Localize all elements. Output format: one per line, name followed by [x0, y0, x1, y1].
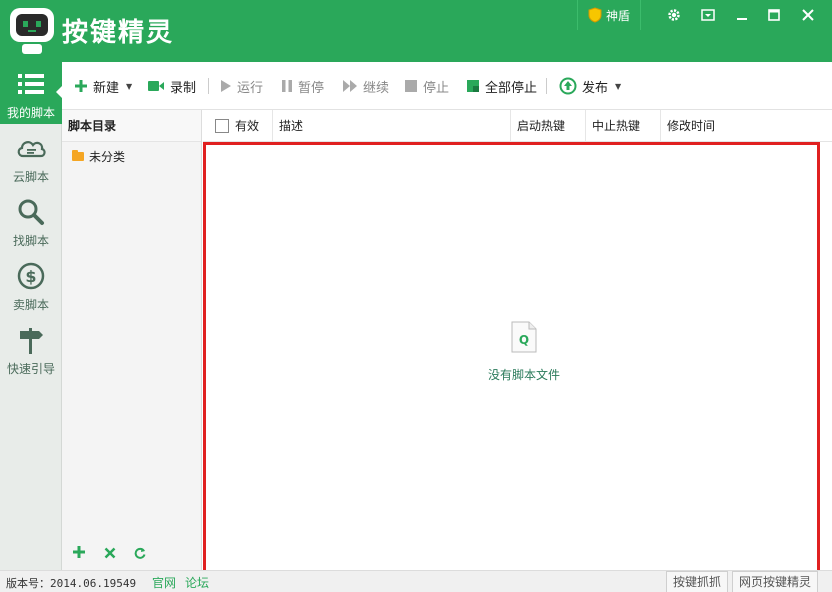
plus-icon: [73, 545, 85, 558]
new-button[interactable]: 新建 ▼: [74, 76, 132, 96]
delete-folder-button[interactable]: [104, 544, 116, 563]
shield-label: 神盾: [605, 8, 630, 23]
column-label: 中止热键: [592, 119, 641, 133]
directory-item-label: 未分类: [89, 150, 126, 164]
version-label: 版本号：: [6, 577, 50, 590]
dollar-icon: $: [17, 262, 45, 290]
plus-icon: [75, 80, 87, 92]
upload-icon: [559, 77, 577, 95]
column-stop-hotkey[interactable]: 中止热键: [586, 110, 661, 142]
play-icon: [221, 80, 231, 92]
cloud-icon: [17, 141, 46, 158]
directory-tools: [62, 536, 202, 570]
settings-button[interactable]: [658, 0, 690, 30]
pause-icon: [282, 80, 292, 92]
script-directory-panel: 脚本目录 未分类: [62, 110, 202, 570]
maximize-icon: [768, 9, 780, 21]
stop-label: 停止: [423, 80, 450, 96]
signpost-icon: [20, 328, 43, 354]
nav-item-quick-guide[interactable]: 快速引导: [0, 318, 62, 380]
shield-button[interactable]: 神盾: [577, 0, 641, 30]
robot-logo-icon: [10, 8, 54, 54]
delete-icon: [104, 547, 116, 558]
record-label: 录制: [170, 80, 197, 96]
stop-all-button[interactable]: 全部停止: [466, 76, 537, 96]
status-bar: 版本号：2014.06.19549 官网 论坛 按键抓抓 网页按键精灵: [0, 570, 832, 592]
capture-tool-button[interactable]: 按键抓抓: [666, 571, 729, 592]
app-title: 按键精灵: [62, 18, 175, 48]
folder-icon: [72, 150, 84, 161]
toolbar-separator: [208, 78, 209, 94]
run-button[interactable]: 运行: [220, 76, 263, 96]
toolbar: 新建 ▼ 录制 运行 暂停 继续 停止 全部停止 发布 ▼: [62, 62, 832, 110]
fast-forward-icon: [343, 80, 357, 92]
nav-label: 快速引导: [6, 362, 55, 376]
column-start-hotkey[interactable]: 启动热键: [511, 110, 586, 142]
column-enabled[interactable]: 有效: [203, 110, 273, 142]
publish-button[interactable]: 发布 ▼: [559, 76, 621, 96]
script-list-area[interactable]: Q 没有脚本文件: [203, 142, 820, 580]
column-label: 修改时间: [667, 119, 716, 133]
nav-label: 卖脚本: [12, 298, 49, 312]
column-description[interactable]: 描述: [273, 110, 511, 142]
new-label: 新建: [93, 80, 120, 96]
record-button[interactable]: 录制: [147, 76, 196, 96]
skin-icon: [701, 9, 715, 21]
script-file-icon: Q: [511, 321, 537, 353]
version-info: 版本号：2014.06.19549: [6, 575, 136, 591]
script-table-header: 有效 描述 启动热键 中止热键 修改时间: [203, 110, 832, 142]
run-label: 运行: [237, 80, 264, 96]
refresh-icon: [134, 547, 146, 559]
dropdown-arrow-icon: ▼: [615, 81, 622, 91]
search-icon: [18, 199, 44, 225]
svg-text:$: $: [25, 267, 36, 286]
column-label: 启动热键: [517, 119, 566, 133]
nav-item-find-scripts[interactable]: 找脚本: [0, 190, 62, 252]
close-icon: [802, 9, 814, 21]
nav-label: 我的脚本: [6, 106, 55, 120]
nav-item-cloud-scripts[interactable]: 云脚本: [0, 126, 62, 188]
list-icon: [18, 74, 44, 94]
gear-icon: [668, 9, 680, 21]
version-number: 2014.06.19549: [50, 577, 137, 590]
publish-label: 发布: [582, 80, 609, 96]
shield-icon: [588, 7, 602, 23]
skin-button[interactable]: [692, 0, 724, 30]
minimize-button[interactable]: [726, 0, 758, 30]
official-site-link[interactable]: 官网: [152, 574, 176, 591]
resume-button[interactable]: 继续: [342, 76, 389, 96]
column-label: 描述: [279, 119, 304, 133]
nav-label: 找脚本: [12, 234, 49, 248]
nav-item-my-scripts[interactable]: 我的脚本: [0, 62, 63, 124]
column-modified-time[interactable]: 修改时间: [661, 110, 832, 142]
stop-all-label: 全部停止: [485, 80, 538, 96]
forum-link[interactable]: 论坛: [185, 574, 209, 591]
stop-icon: [405, 80, 417, 92]
add-folder-button[interactable]: [72, 544, 86, 563]
minimize-icon: [737, 18, 747, 20]
column-label: 有效: [235, 119, 260, 133]
pause-label: 暂停: [298, 80, 325, 96]
camera-icon: [148, 81, 164, 91]
web-keyelf-button[interactable]: 网页按键精灵: [732, 571, 819, 592]
directory-item-uncategorized[interactable]: 未分类: [72, 148, 125, 165]
refresh-button[interactable]: [134, 544, 146, 563]
dropdown-arrow-icon: ▼: [126, 81, 133, 91]
empty-state: Q 没有脚本文件: [464, 321, 584, 383]
select-all-checkbox[interactable]: [215, 118, 229, 133]
nav-label: 云脚本: [12, 170, 49, 184]
stop-button[interactable]: 停止: [404, 76, 449, 96]
title-bar: 按键精灵 神盾: [0, 0, 832, 62]
toolbar-separator: [546, 78, 547, 94]
pause-button[interactable]: 暂停: [281, 76, 324, 96]
nav-item-sell-scripts[interactable]: $ 卖脚本: [0, 254, 62, 316]
close-button[interactable]: [792, 0, 824, 30]
directory-header: 脚本目录: [62, 110, 201, 142]
left-nav: 我的脚本 云脚本 找脚本 $ 卖脚本 快速引导: [0, 62, 63, 570]
svg-text:Q: Q: [519, 333, 529, 347]
maximize-button[interactable]: [758, 0, 790, 30]
stop-all-icon: [467, 80, 479, 92]
resume-label: 继续: [363, 80, 390, 96]
empty-message: 没有脚本文件: [487, 368, 560, 382]
